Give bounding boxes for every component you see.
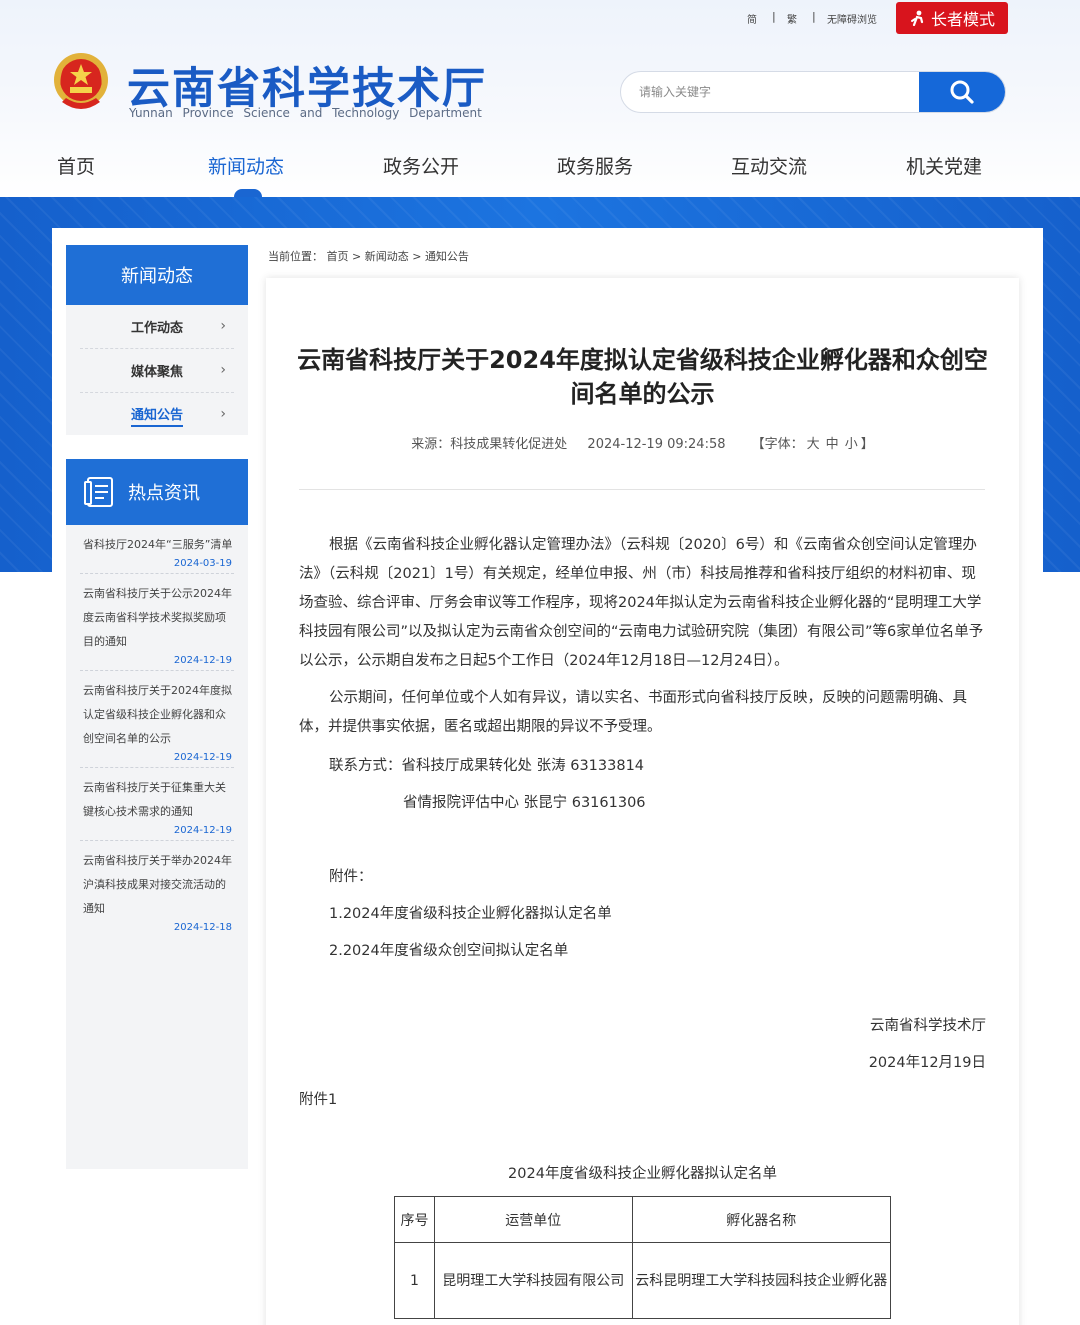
table-cell: 昆明理工大学科技园有限公司 — [433, 1242, 633, 1319]
article-meta: 来源：科技成果转化促进处 2024-12-19 09:24:58 【字体：大中小… — [266, 433, 1019, 452]
article-panel: 云南省科技厅关于2024年度拟认定省级科技企业孵化器和众创空间名单的公示 来源：… — [266, 278, 1019, 1325]
chevron-right-icon: › — [220, 406, 226, 422]
article-paragraph: 根据《云南省科技企业孵化器认定管理办法》（云科规〔2020〕6号）和《云南省众创… — [299, 537, 984, 669]
sidebar-item-label: 媒体聚焦 — [130, 365, 183, 380]
article-datetime: 2024-12-19 09:24:58 — [587, 437, 726, 452]
breadcrumb-home[interactable]: 首页 — [327, 250, 349, 263]
nav-item-interaction[interactable]: 互动交流 — [731, 152, 807, 179]
sidebar-item-label: 工作动态 — [130, 321, 183, 336]
search-input[interactable] — [621, 72, 921, 112]
table-cell: 1 — [394, 1242, 435, 1319]
contact-line: 联系方式：省科技厅成果转化处 张涛 63133814 — [329, 758, 645, 774]
simplified-chinese-link[interactable]: 简 — [747, 11, 757, 26]
article-divider — [299, 489, 985, 490]
breadcrumb-sep: > — [412, 250, 422, 263]
breadcrumb-notices[interactable]: 通知公告 — [425, 250, 469, 263]
chevron-right-icon: › — [220, 318, 226, 334]
sidebar-nav: 新闻动态 工作动态 › 媒体聚焦 › 通知公告 › — [66, 245, 248, 435]
site-header: 简 | 繁 | 无障碍浏览 长者模式 云南省科学技术厅 Yunnan Provi… — [0, 0, 1080, 197]
article-paragraph: 公示期间，任何单位或个人如有异议，请以实名、书面形式向省科技厅反映，反映的问题需… — [299, 690, 967, 735]
sidebar-item-notices[interactable]: 通知公告 › — [80, 393, 234, 437]
table-cell: 云科昆明理工大学科技园科技企业孵化器 — [631, 1242, 892, 1319]
hot-news-title: 热点资讯 — [128, 483, 200, 504]
sidebar-item-work-news[interactable]: 工作动态 › — [80, 305, 234, 349]
attachment-label: 附件： — [329, 869, 373, 885]
font-large-button[interactable]: 大 — [807, 437, 820, 452]
list-item[interactable]: 云南省科技厅关于征集重大关键核心技术需求的通知 2024-12-19 — [80, 768, 234, 841]
elder-icon — [910, 10, 924, 26]
nav-item-gov-service[interactable]: 政务服务 — [557, 152, 633, 179]
article-source: 来源：科技成果转化促进处 — [411, 437, 568, 452]
table-header-row: 序号 运营单位 孵化器名称 — [394, 1196, 892, 1243]
sidebar-item-media[interactable]: 媒体聚焦 › — [80, 349, 234, 393]
site-subtitle: Yunnan Province Science and Technology D… — [129, 106, 482, 120]
hot-item-date: 2024-12-19 — [173, 825, 232, 836]
main-container: 新闻动态 工作动态 › 媒体聚焦 › 通知公告 › 热点资讯 省科技厅2024年… — [52, 228, 1043, 1325]
font-size-label: 【字体： — [751, 437, 804, 452]
elder-mode-label: 长者模式 — [930, 10, 995, 29]
hot-item-title: 省科技厅2024年“三服务”清单 — [83, 538, 233, 551]
font-size-close: 】 — [860, 437, 874, 452]
national-emblem-icon — [54, 53, 108, 109]
attachment-link[interactable]: 1.2024年度省级科技企业孵化器拟认定名单 — [329, 902, 612, 923]
contact-line: 省情报院评估中心 张昆宁 63161306 — [403, 795, 646, 811]
breadcrumb-sep: > — [352, 250, 362, 263]
list-item[interactable]: 云南省科技厅关于公示2024年度云南省科学技术奖拟奖励项目的通知 2024-12… — [80, 574, 234, 671]
search-box — [620, 71, 1006, 113]
hot-item-date: 2024-03-19 — [173, 558, 232, 569]
font-size-control: 【字体：大中小】 — [752, 437, 874, 452]
table-header: 运营单位 — [433, 1196, 633, 1243]
main-nav: 首页 新闻动态 政务公开 政务服务 互动交流 机关党建 — [0, 140, 1080, 197]
list-item[interactable]: 云南省科技厅关于举办2024年沪滇科技成果对接交流活动的通知 2024-12-1… — [80, 841, 234, 937]
hot-news-panel: 热点资讯 省科技厅2024年“三服务”清单 2024-03-19 云南省科技厅关… — [66, 459, 248, 1169]
font-medium-button[interactable]: 中 — [826, 437, 839, 452]
breadcrumb-news[interactable]: 新闻动态 — [365, 250, 409, 263]
breadcrumb: 当前位置： 首页 > 新闻动态 > 通知公告 — [268, 248, 469, 264]
signature-date: 2024年12月19日 — [868, 1055, 986, 1071]
table-header: 孵化器名称 — [631, 1196, 892, 1243]
breadcrumb-prefix: 当前位置： — [268, 250, 323, 263]
elder-mode-button[interactable]: 长者模式 — [896, 2, 1008, 34]
search-icon — [950, 80, 974, 104]
appendix-label: 附件1 — [299, 1092, 338, 1108]
table-header: 序号 — [394, 1196, 435, 1243]
list-item[interactable]: 云南省科技厅关于2024年度拟认定省级科技企业孵化器和众创空间名单的公示 202… — [80, 671, 234, 768]
hot-item-title: 云南省科技厅关于2024年度拟认定省级科技企业孵化器和众创空间名单的公示 — [83, 684, 232, 745]
list-item[interactable]: 省科技厅2024年“三服务”清单 2024-03-19 — [80, 525, 234, 574]
sidebar-item-label: 通知公告 — [130, 404, 183, 427]
hot-news-header: 热点资讯 — [66, 459, 248, 525]
table-title: 2024年度省级科技企业孵化器拟认定名单 — [508, 1166, 777, 1182]
article-title: 云南省科技厅关于2024年度拟认定省级科技企业孵化器和众创空间名单的公示 — [297, 346, 988, 408]
util-separator: | — [772, 10, 776, 23]
hot-item-title: 云南省科技厅关于举办2024年沪滇科技成果对接交流活动的通知 — [83, 854, 232, 915]
signature-org: 云南省科学技术厅 — [870, 1018, 986, 1034]
nav-item-party[interactable]: 机关党建 — [906, 152, 982, 179]
font-small-button[interactable]: 小 — [845, 437, 858, 452]
accessibility-link[interactable]: 无障碍浏览 — [827, 11, 877, 26]
hot-item-date: 2024-12-19 — [173, 655, 232, 666]
chevron-right-icon: › — [220, 362, 226, 378]
incubator-table: 序号 运营单位 孵化器名称 1 昆明理工大学科技园有限公司 云科昆明理工大学科技… — [394, 1196, 892, 1319]
sidebar-title: 新闻动态 — [66, 245, 248, 305]
hot-item-title: 云南省科技厅关于征集重大关键核心技术需求的通知 — [83, 781, 226, 818]
nav-active-indicator — [234, 189, 262, 197]
attachment-link[interactable]: 2.2024年度省级众创空间拟认定名单 — [329, 939, 568, 960]
util-separator: | — [812, 10, 816, 23]
nav-item-news[interactable]: 新闻动态 — [208, 152, 284, 179]
table-row: 1 昆明理工大学科技园有限公司 云科昆明理工大学科技园科技企业孵化器 — [394, 1242, 892, 1319]
nav-item-home[interactable]: 首页 — [57, 152, 95, 179]
traditional-chinese-link[interactable]: 繁 — [787, 11, 797, 26]
hot-item-title: 云南省科技厅关于公示2024年度云南省科学技术奖拟奖励项目的通知 — [83, 587, 232, 648]
utility-bar: 简 | 繁 | 无障碍浏览 长者模式 — [0, 0, 1080, 36]
document-list-icon — [84, 477, 113, 507]
hot-item-date: 2024-12-18 — [173, 922, 232, 933]
search-button[interactable] — [919, 72, 1005, 112]
hot-item-date: 2024-12-19 — [173, 752, 232, 763]
nav-item-gov-info[interactable]: 政务公开 — [383, 152, 459, 179]
